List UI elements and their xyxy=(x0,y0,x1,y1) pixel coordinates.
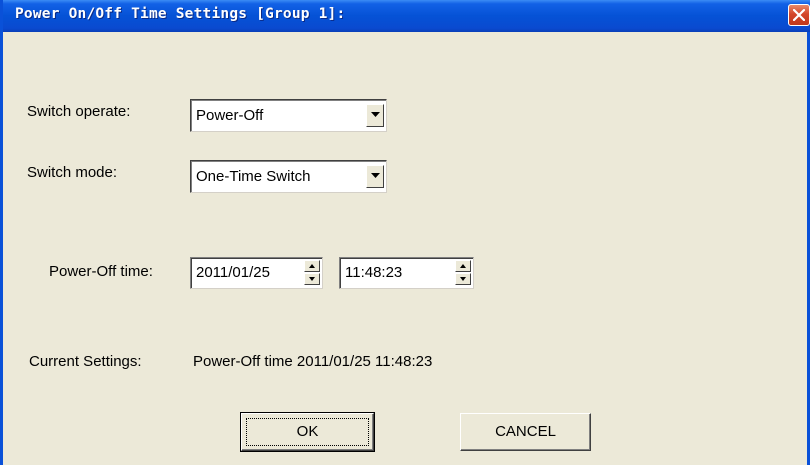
close-button[interactable] xyxy=(788,4,810,26)
power-off-date-field[interactable]: 2011/01/25 xyxy=(190,257,323,289)
date-spin-down-button[interactable] xyxy=(304,273,320,285)
chevron-down-icon xyxy=(371,112,380,117)
switch-mode-dropdown-button[interactable] xyxy=(366,165,384,188)
chevron-down-icon xyxy=(371,173,380,178)
switch-operate-select[interactable]: Power-Off xyxy=(190,99,387,132)
close-icon xyxy=(793,9,805,21)
title-bar[interactable]: Power On/Off Time Settings [Group 1]: xyxy=(3,0,810,32)
power-off-date-value: 2011/01/25 xyxy=(196,264,270,281)
date-spin-up-button[interactable] xyxy=(304,260,320,272)
time-spin-down-button[interactable] xyxy=(455,273,471,285)
power-off-time-field[interactable]: 11:48:23 xyxy=(339,257,474,289)
switch-operate-label: Switch operate: xyxy=(27,103,131,120)
switch-mode-value: One-Time Switch xyxy=(196,168,311,185)
current-settings-value: Power-Off time 2011/01/25 11:48:23 xyxy=(193,353,433,370)
switch-operate-value: Power-Off xyxy=(196,107,264,124)
current-settings-label: Current Settings: xyxy=(29,353,142,370)
spin-down-icon xyxy=(309,277,315,281)
switch-operate-dropdown-button[interactable] xyxy=(366,104,384,127)
ok-button[interactable]: OK xyxy=(240,412,375,452)
time-spin-up-button[interactable] xyxy=(455,260,471,272)
cancel-button-label: CANCEL xyxy=(495,423,556,440)
switch-mode-select[interactable]: One-Time Switch xyxy=(190,160,387,193)
cancel-button[interactable]: CANCEL xyxy=(460,413,591,451)
spin-up-icon xyxy=(460,264,466,268)
window-title: Power On/Off Time Settings [Group 1]: xyxy=(15,6,346,22)
ok-button-label: OK xyxy=(296,423,319,440)
spin-up-icon xyxy=(309,264,315,268)
dialog-window: Power On/Off Time Settings [Group 1]: Sw… xyxy=(0,0,810,465)
power-off-time-value: 11:48:23 xyxy=(345,264,403,281)
switch-mode-label: Switch mode: xyxy=(27,164,118,181)
power-off-time-label: Power-Off time: xyxy=(49,263,153,280)
spin-down-icon xyxy=(460,277,466,281)
